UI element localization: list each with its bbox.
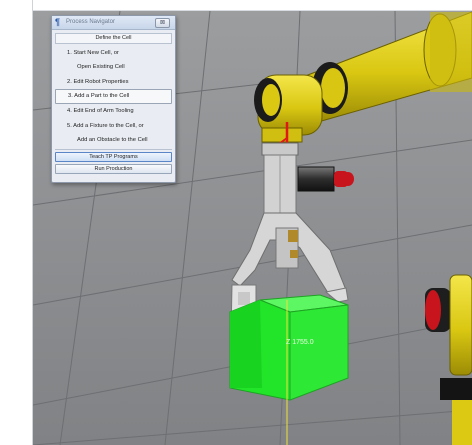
teach-tp-programs-button[interactable]: Teach TP Programs — [55, 152, 172, 163]
divider — [55, 149, 172, 151]
nav-item-edit-eoat[interactable]: 4. Edit End of Arm Tooling — [55, 104, 172, 118]
section-header-define-cell: Define the Cell — [55, 33, 172, 44]
nav-item-edit-robot-properties[interactable]: 2. Edit Robot Properties — [55, 75, 172, 89]
navigator-body: Define the Cell 1. Start New Cell, or Op… — [52, 30, 175, 175]
window-title: Process Navigator — [66, 19, 116, 25]
close-button[interactable]: ⊠ — [155, 18, 170, 28]
top-toolbar-strip — [0, 0, 472, 11]
nav-item-add-obstacle[interactable]: Add an Obstacle to the Cell — [55, 133, 172, 147]
nav-item-add-fixture[interactable]: 5. Add a Fixture to the Cell, or — [55, 119, 172, 133]
green-part — [229, 294, 349, 401]
nav-item-add-part[interactable]: 3. Add a Part to the Cell — [55, 89, 172, 105]
process-navigator-window[interactable]: ¶ Process Navigator ⊠ Define the Cell 1.… — [51, 15, 176, 183]
window-title-bar[interactable]: ¶ Process Navigator ⊠ — [52, 16, 175, 30]
run-production-button[interactable]: Run Production — [55, 164, 172, 175]
z-coordinate-readout: Z 1755.0 — [286, 339, 314, 346]
left-panel-strip — [0, 0, 33, 445]
navigator-app-icon: ¶ — [55, 17, 61, 27]
nav-item-start-new-cell[interactable]: 1. Start New Cell, or — [55, 46, 172, 60]
nav-item-open-existing-cell[interactable]: Open Existing Cell — [55, 60, 172, 74]
